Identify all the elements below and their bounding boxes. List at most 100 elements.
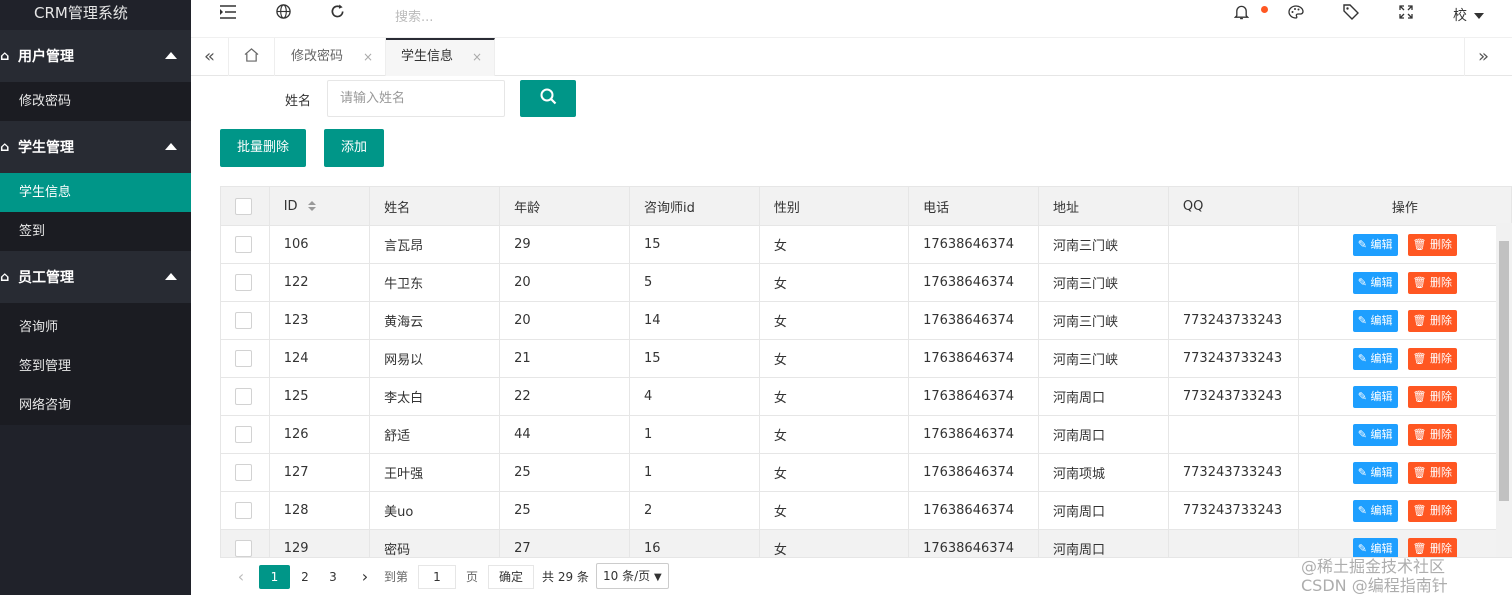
edit-button[interactable]: ✎ 编辑	[1352, 423, 1398, 446]
globe-icon[interactable]	[276, 4, 291, 23]
tab-student-info[interactable]: 学生信息 ×	[386, 38, 495, 76]
search-input[interactable]: 搜索...	[395, 6, 433, 25]
edit-label: 编辑	[1370, 465, 1393, 479]
cell-counselor-id: 15	[628, 339, 760, 378]
menu-fold-icon[interactable]	[220, 4, 236, 23]
table-row[interactable]: 124 网易以 21 15 女 17638646374 河南三门峡 773243733243 ✎…	[220, 339, 1512, 378]
tabs-scroll-left-icon[interactable]: «	[191, 38, 229, 76]
add-button[interactable]: 添加	[324, 129, 385, 167]
delete-label: 删除	[1429, 389, 1452, 403]
home-tab-icon[interactable]	[229, 38, 275, 76]
edit-button[interactable]: ✎ 编辑	[1352, 385, 1398, 408]
row-actions: ✎ 编辑 🗑 删除	[1297, 453, 1512, 492]
sidebar-item-counselor[interactable]: 咨询师	[0, 308, 191, 347]
tabs-scroll-right-icon[interactable]: »	[1464, 38, 1502, 76]
edit-button[interactable]: ✎ 编辑	[1352, 233, 1398, 256]
goto-page-input[interactable]: 1	[418, 565, 456, 589]
edit-button[interactable]: ✎ 编辑	[1352, 271, 1398, 294]
sidebar: CRM管理系统 ⌂ 用户管理 修改密码 ⌂ 学生管理 学生信息 签到 ⌂ 员工管…	[0, 0, 191, 595]
row-checkbox[interactable]	[235, 426, 252, 443]
table-row[interactable]: 122 牛卫东 20 5 女 17638646374 河南三门峡 ✎ 编辑 🗑 删除	[220, 263, 1512, 302]
row-checkbox[interactable]	[235, 464, 252, 481]
sidebar-group-student[interactable]: ⌂ 学生管理	[0, 121, 191, 173]
delete-button[interactable]: 🗑 删除	[1407, 309, 1457, 332]
edit-button[interactable]: ✎ 编辑	[1352, 499, 1398, 522]
sort-icon[interactable]	[307, 201, 316, 211]
sidebar-item-sign-management[interactable]: 签到管理	[0, 347, 191, 386]
pencil-icon: ✎	[1357, 313, 1368, 327]
sidebar-group-staff[interactable]: ⌂ 员工管理	[0, 251, 191, 303]
delete-button[interactable]: 🗑 删除	[1407, 423, 1457, 446]
table-scrollbar[interactable]	[1496, 223, 1512, 595]
edit-label: 编辑	[1370, 275, 1393, 289]
cell-phone: 17638646374	[908, 225, 1039, 264]
cell-qq: 773243733243	[1167, 301, 1299, 340]
caret-up-icon	[165, 143, 177, 150]
row-checkbox[interactable]	[235, 388, 252, 405]
delete-button[interactable]: 🗑 删除	[1407, 385, 1457, 408]
next-page-button[interactable]: ›	[354, 565, 376, 589]
sidebar-group-label: 用户管理	[18, 49, 74, 65]
page-size-select[interactable]: 10 条/页 ▼	[596, 563, 669, 589]
sidebar-group-user[interactable]: ⌂ 用户管理	[0, 30, 191, 82]
col-age: 年龄	[499, 186, 630, 226]
table-row[interactable]: 123 黄海云 20 14 女 17638646374 河南三门峡 773243733243 ✎…	[220, 301, 1512, 340]
page-1-button[interactable]: 1	[259, 565, 290, 589]
batch-delete-button[interactable]: 批量删除	[220, 129, 307, 167]
delete-button[interactable]: 🗑 删除	[1407, 271, 1457, 294]
row-checkbox[interactable]	[235, 274, 252, 291]
edit-label: 编辑	[1370, 503, 1393, 517]
row-checkbox[interactable]	[235, 312, 252, 329]
sidebar-item-online-consult[interactable]: 网络咨询	[0, 386, 191, 425]
user-menu[interactable]: 校	[1453, 5, 1485, 25]
table-row[interactable]: 126 舒适 44 1 女 17638646374 河南周口 ✎ 编辑 🗑 删除	[220, 415, 1512, 454]
cell-qq: 773243733243	[1167, 491, 1299, 530]
sidebar-item-sign-in[interactable]: 签到	[0, 212, 191, 251]
cell-counselor-id: 15	[628, 225, 760, 264]
row-checkbox[interactable]	[235, 236, 252, 253]
edit-button[interactable]: ✎ 编辑	[1352, 461, 1398, 484]
fullscreen-icon[interactable]	[1399, 4, 1413, 23]
col-id[interactable]: ID	[268, 186, 371, 226]
bell-icon[interactable]	[1233, 4, 1250, 24]
edit-button[interactable]: ✎ 编辑	[1352, 309, 1398, 332]
student-table: ID 姓名 年龄 咨询师id 性别 电话 地址 QQ 操作 106 言瓦昂 29 15…	[220, 186, 1512, 568]
name-search-input[interactable]	[327, 80, 505, 117]
table-row[interactable]: 106 言瓦昂 29 15 女 17638646374 河南三门峡 ✎ 编辑 🗑 删除	[220, 225, 1512, 264]
palette-icon[interactable]	[1288, 4, 1304, 23]
search-button[interactable]	[520, 80, 576, 117]
edit-button[interactable]: ✎ 编辑	[1352, 347, 1398, 370]
close-icon[interactable]: ×	[472, 40, 482, 74]
chevron-down-icon: ▼	[653, 572, 662, 583]
table-row[interactable]: 128 美uo 25 2 女 17638646374 河南周口 773243733243 ✎ 编…	[220, 491, 1512, 530]
tag-icon[interactable]	[1343, 4, 1359, 24]
delete-button[interactable]: 🗑 删除	[1407, 461, 1457, 484]
row-select-cell	[220, 377, 270, 416]
table-row[interactable]: 127 王叶强 25 1 女 17638646374 河南项城 773243733243 ✎ 编…	[220, 453, 1512, 492]
delete-button[interactable]: 🗑 删除	[1407, 347, 1457, 370]
delete-button[interactable]: 🗑 删除	[1407, 499, 1457, 522]
select-all-checkbox[interactable]	[235, 197, 252, 215]
table-row[interactable]: 125 李太白 22 4 女 17638646374 河南周口 773243733243 ✎ 编…	[220, 377, 1512, 416]
close-icon[interactable]: ×	[363, 38, 373, 76]
tab-change-password[interactable]: 修改密码 ×	[276, 38, 386, 76]
cell-age: 20	[499, 263, 630, 302]
sidebar-item-student-info[interactable]: 学生信息	[0, 173, 191, 212]
tab-bar: « 修改密码 × 学生信息 × »	[191, 38, 1512, 76]
goto-confirm-button[interactable]: 确定	[488, 565, 535, 589]
row-checkbox[interactable]	[235, 502, 252, 519]
page-3-button[interactable]: 3	[320, 565, 346, 589]
cell-counselor-id: 2	[628, 491, 760, 530]
refresh-icon[interactable]	[330, 4, 345, 23]
scrollbar-thumb[interactable]	[1499, 241, 1509, 501]
row-checkbox[interactable]	[235, 350, 252, 367]
sidebar-item-change-password[interactable]: 修改密码	[0, 82, 191, 121]
cell-gender: 女	[758, 225, 910, 264]
watermark-line2: CSDN @编程指南针	[1301, 576, 1448, 595]
row-checkbox[interactable]	[235, 540, 252, 557]
tab-label: 学生信息	[401, 49, 454, 64]
col-gender: 性别	[758, 186, 910, 226]
delete-button[interactable]: 🗑 删除	[1407, 233, 1457, 256]
prev-page-button[interactable]: ‹	[230, 565, 252, 589]
page-2-button[interactable]: 2	[292, 565, 318, 589]
